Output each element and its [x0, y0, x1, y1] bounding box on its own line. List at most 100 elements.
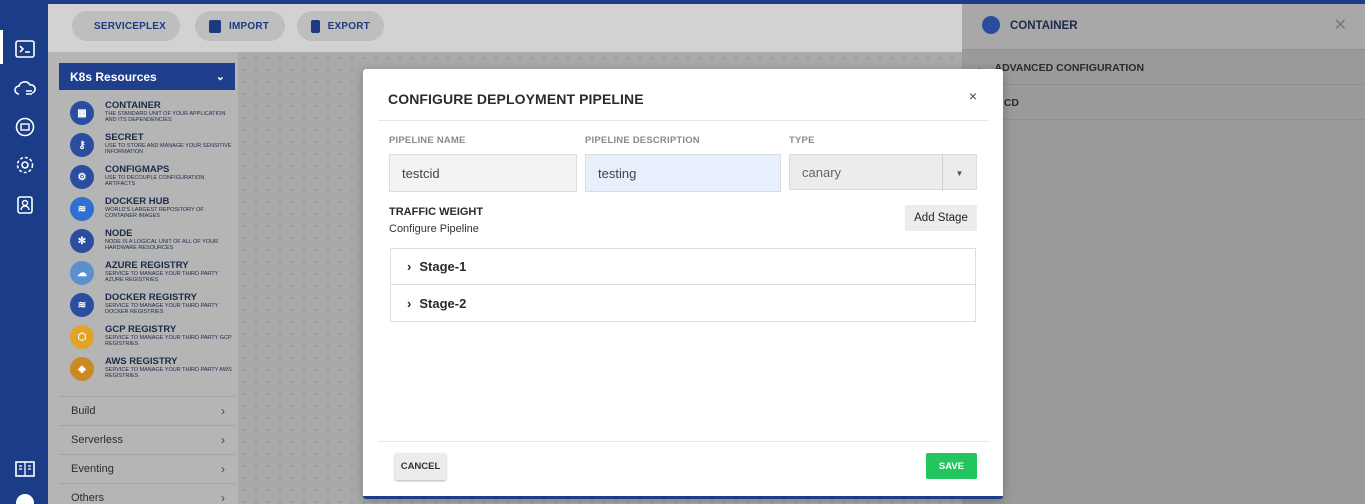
container-icon: ▦: [70, 101, 94, 125]
section-label: Build: [71, 404, 96, 417]
export-icon: [311, 19, 320, 33]
container-panel: CONTAINER ✕ ← ADVANCED CONFIGURATION / C…: [962, 4, 1365, 504]
resource-desc: THE STANDARD UNIT OF YOUR APPLICATION AN…: [105, 111, 226, 123]
stage-label: Stage-1: [419, 259, 467, 274]
user-icon[interactable]: [14, 194, 36, 216]
import-icon: [209, 19, 221, 33]
resource-title: DOCKER HUB: [105, 196, 170, 207]
left-rail: [0, 4, 48, 504]
container-panel-header: CONTAINER ✕: [962, 4, 1365, 50]
close-icon[interactable]: ×: [969, 88, 977, 104]
configure-pipeline-subtitle: Configure Pipeline: [389, 223, 479, 235]
azure-icon: ☁: [70, 261, 94, 285]
resource-desc: SERVICE TO MANAGE YOUR THIRD PARTY DOCKE…: [105, 303, 219, 315]
resource-item-node[interactable]: ✻ NODE NODE IS A LOGICAL UNIT OF ALL OF …: [68, 226, 236, 258]
resource-item-docker-registry[interactable]: ≋ DOCKER REGISTRY SERVICE TO MANAGE YOUR…: [68, 290, 236, 322]
resource-title: NODE: [105, 228, 133, 239]
gear-icon[interactable]: [14, 154, 36, 176]
resource-item-docker-hub[interactable]: ≋ DOCKER HUB WORLD'S LARGEST REPOSITORY …: [68, 194, 236, 226]
resource-item-gcp-registry[interactable]: ⬡ GCP REGISTRY SERVICE TO MANAGE YOUR TH…: [68, 322, 236, 354]
serviceplex-label: SERVICEPLEX: [94, 20, 167, 32]
resource-item-azure-registry[interactable]: ☁ AZURE REGISTRY SERVICE TO MANAGE YOUR …: [68, 258, 236, 290]
configure-pipeline-dialog: CONFIGURE DEPLOYMENT PIPELINE × PIPELINE…: [363, 69, 1003, 499]
resource-desc: USE TO DECOUPLE CONFIGURATION ARTIFACTS: [105, 175, 205, 187]
gcp-icon: ⬡: [70, 325, 94, 349]
chevron-right-icon: ›: [221, 490, 225, 504]
resource-list: ▦ CONTAINER THE STANDARD UNIT OF YOUR AP…: [68, 98, 236, 386]
cicd-row[interactable]: / CD: [962, 86, 1365, 120]
top-toolbar: SERVICEPLEX IMPORT EXPORT: [48, 4, 962, 52]
node-icon: ✻: [70, 229, 94, 253]
book-icon[interactable]: [14, 458, 36, 480]
import-label: IMPORT: [229, 20, 270, 32]
section-build[interactable]: Build ›: [59, 396, 235, 424]
type-label: TYPE: [789, 135, 815, 146]
key-icon: ⚷: [70, 133, 94, 157]
k8s-resources-header[interactable]: K8s Resources ⌄: [59, 63, 235, 90]
pipeline-name-label: PIPELINE NAME: [389, 135, 466, 146]
resource-title: CONTAINER: [105, 100, 161, 111]
resource-item-configmaps[interactable]: ⚙ CONFIGMAPS USE TO DECOUPLE CONFIGURATI…: [68, 162, 236, 194]
aws-icon: ◈: [70, 357, 94, 381]
chevron-right-icon: ›: [407, 259, 412, 274]
k8s-resources-label: K8s Resources: [70, 69, 157, 84]
terminal-icon[interactable]: [14, 38, 36, 60]
help-icon[interactable]: [14, 492, 36, 504]
cancel-button[interactable]: CANCEL: [395, 453, 446, 480]
advanced-configuration-row[interactable]: ← ADVANCED CONFIGURATION: [962, 51, 1365, 85]
resource-item-aws-registry[interactable]: ◈ AWS REGISTRY SERVICE TO MANAGE YOUR TH…: [68, 354, 236, 386]
container-icon: [982, 16, 1000, 34]
pipeline-name-input[interactable]: testcid: [389, 154, 577, 192]
stage-accordion-1[interactable]: › Stage-1: [390, 248, 976, 285]
resource-title: AZURE REGISTRY: [105, 260, 189, 271]
resource-title: SECRET: [105, 132, 144, 143]
resource-title: DOCKER REGISTRY: [105, 292, 198, 303]
resource-desc: SERVICE TO MANAGE YOUR THIRD PARTY AWS R…: [105, 367, 232, 379]
resource-desc: WORLD'S LARGEST REPOSITORY OF CONTAINER …: [105, 207, 204, 219]
chevron-right-icon: ›: [221, 403, 225, 418]
resource-title: AWS REGISTRY: [105, 356, 178, 367]
registry-icon[interactable]: [14, 116, 36, 138]
save-button[interactable]: SAVE: [926, 453, 977, 479]
stage-label: Stage-2: [419, 295, 467, 311]
add-stage-button[interactable]: Add Stage: [905, 205, 977, 231]
chevron-down-icon: ⌄: [215, 71, 225, 83]
resource-title: GCP REGISTRY: [105, 324, 177, 335]
resources-sidebar: K8s Resources ⌄ ▦ CONTAINER THE STANDARD…: [48, 52, 238, 504]
section-eventing[interactable]: Eventing ›: [59, 454, 235, 482]
divider: [378, 441, 989, 442]
cloud-icon[interactable]: [14, 78, 36, 100]
traffic-weight-title: TRAFFIC WEIGHT: [389, 206, 484, 218]
type-select[interactable]: canary ▼: [789, 154, 977, 191]
serviceplex-button[interactable]: SERVICEPLEX: [72, 11, 180, 41]
resource-item-container[interactable]: ▦ CONTAINER THE STANDARD UNIT OF YOUR AP…: [68, 98, 236, 130]
section-serverless[interactable]: Serverless ›: [59, 425, 235, 453]
pipeline-description-input[interactable]: testing: [585, 154, 781, 192]
chevron-right-icon: ›: [221, 461, 225, 476]
docker-registry-icon: ≋: [70, 293, 94, 317]
chevron-right-icon: ›: [221, 432, 225, 447]
caret-down-icon: ▼: [942, 155, 976, 191]
import-button[interactable]: IMPORT: [195, 11, 285, 41]
divider: [378, 120, 989, 121]
resource-title: CONFIGMAPS: [105, 164, 170, 175]
section-others[interactable]: Others ›: [59, 483, 235, 504]
configmap-icon: ⚙: [70, 165, 94, 189]
container-panel-title: CONTAINER: [1010, 20, 1078, 32]
dialog-title: CONFIGURE DEPLOYMENT PIPELINE: [388, 91, 644, 107]
resource-item-secret[interactable]: ⚷ SECRET USE TO STORE AND MANAGE YOUR SE…: [68, 130, 236, 162]
pipeline-description-label: PIPELINE DESCRIPTION: [585, 135, 700, 146]
resource-desc: SERVICE TO MANAGE YOUR THIRD PARTY AZURE…: [105, 271, 219, 283]
stage-accordion-2[interactable]: › Stage-2: [390, 285, 976, 322]
resource-desc: USE TO STORE AND MANAGE YOUR SENSITIVE I…: [105, 143, 232, 155]
section-label: Others: [71, 491, 105, 504]
resource-desc: SERVICE TO MANAGE YOUR THIRD PARTY GCP R…: [105, 335, 232, 347]
export-button[interactable]: EXPORT: [297, 11, 384, 41]
section-label: Serverless: [71, 433, 123, 446]
export-label: EXPORT: [327, 20, 370, 32]
resource-desc: NODE IS A LOGICAL UNIT OF ALL OF YOUR HA…: [105, 239, 219, 251]
section-label: Eventing: [71, 462, 114, 475]
chevron-right-icon: ›: [407, 295, 412, 311]
rail-active-indicator: [0, 30, 3, 64]
close-icon[interactable]: ✕: [1334, 15, 1347, 35]
